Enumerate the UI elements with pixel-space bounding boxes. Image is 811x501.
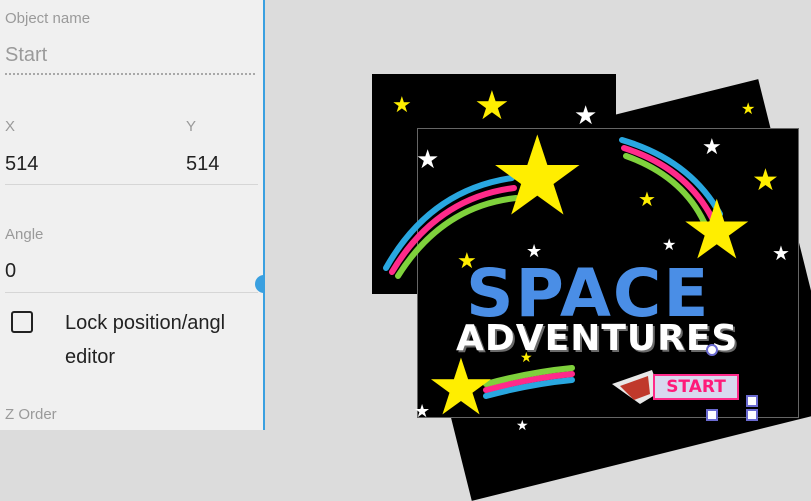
rotate-handle[interactable] [706,344,718,356]
y-label: Y [186,118,197,135]
star-icon: ★ [414,401,431,421]
x-label: X [5,118,16,135]
z-order-label: Z Order [5,406,57,423]
resize-handle-bottom[interactable] [706,409,718,421]
star-icon: ★ [416,144,440,174]
angle-label: Angle [5,226,44,243]
x-input[interactable]: 514 [5,153,38,176]
lock-checkbox-label-cont: editor [65,346,116,368]
star-icon: ★ [426,343,496,431]
game-title-adventures: ADVENTURES [456,318,739,359]
resize-handle-bottom-right[interactable] [746,409,758,421]
angle-divider [5,292,258,293]
star-icon: ★ [702,134,722,159]
lock-checkbox[interactable] [11,311,33,333]
star-icon: ★ [488,115,587,238]
star-icon: ★ [741,101,756,118]
star-icon: ★ [752,164,779,197]
angle-input[interactable]: 0 [5,260,16,283]
star-icon: ★ [392,92,412,117]
object-name-label: Object name [5,10,91,27]
xy-divider [5,184,258,185]
resize-handle-right[interactable] [746,395,758,407]
star-icon: ★ [662,237,677,254]
start-button-sprite[interactable]: START [653,374,739,400]
star-icon: ★ [772,243,790,265]
object-name-input[interactable]: Start [5,44,47,67]
object-name-underline [5,73,255,75]
star-icon: ★ [638,189,656,211]
lock-checkbox-label: Lock position/angl [65,312,226,334]
properties-panel: Object name Start X Y 514 514 Angle 0 Lo… [0,0,263,430]
y-input[interactable]: 514 [186,153,219,176]
